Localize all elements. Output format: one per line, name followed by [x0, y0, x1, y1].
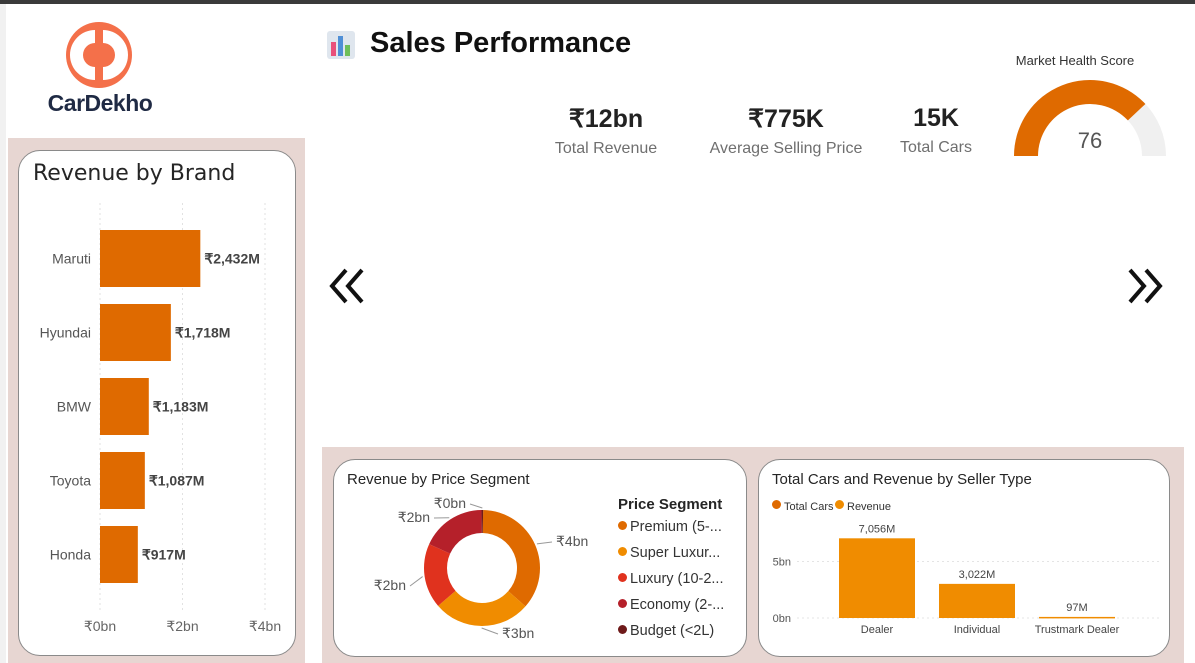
legend-label: Economy (2-...: [630, 597, 725, 613]
legend-dot: [618, 573, 627, 582]
bar[interactable]: [100, 452, 145, 509]
data-label: ₹3bn: [502, 625, 534, 641]
page-title: Sales Performance: [370, 27, 632, 59]
bar[interactable]: [100, 304, 171, 361]
legend-item[interactable]: Luxury (10-2...: [618, 571, 724, 587]
revenue-by-brand-card: Revenue by Brand Maruti ₹2,432M Hyundai ₹1,…: [18, 150, 296, 656]
leader-line: [536, 541, 553, 545]
bar[interactable]: [1039, 616, 1115, 619]
bar[interactable]: [100, 378, 149, 435]
data-label: ₹2bn: [374, 577, 406, 593]
legend-item[interactable]: Budget (<2L): [618, 623, 714, 639]
kpi-value: ₹12bn: [568, 105, 644, 133]
legend-label: Super Luxur...: [630, 545, 721, 561]
double-chevron-right-icon[interactable]: [1124, 266, 1164, 306]
data-label: 97M: [1066, 602, 1087, 614]
category-label: Maruti: [52, 251, 91, 267]
bar[interactable]: [939, 583, 1015, 618]
legend-dot: [618, 599, 627, 608]
revenue-by-segment-donut: ₹4bn₹3bn₹2bn₹2bn₹0bn: [374, 495, 589, 641]
legend-item[interactable]: Premium (5-...: [618, 519, 722, 535]
legend-title: Price Segment: [618, 496, 723, 513]
category-label: Dealer: [861, 624, 894, 636]
bar[interactable]: [100, 526, 138, 583]
y-tick-label: 0bn: [773, 613, 791, 625]
kpi-total-revenue: ₹12bn Total Revenue: [546, 104, 666, 158]
category-label: Honda: [50, 547, 91, 563]
legend-item[interactable]: Super Luxur...: [618, 545, 720, 561]
x-tick-label: ₹0bn: [84, 618, 116, 634]
category-label: Individual: [954, 624, 1000, 636]
data-label: ₹1,183M: [153, 399, 209, 415]
category-label: Toyota: [50, 473, 91, 489]
seller-type-card: Total Cars and Revenue by Seller Type To…: [758, 459, 1170, 657]
kpi-label: Average Selling Price: [709, 140, 863, 157]
category-label: Hyundai: [40, 325, 91, 341]
kpi-total-cars: 15K Total Cars: [890, 104, 982, 157]
leader-line: [409, 576, 423, 587]
data-label: ₹4bn: [556, 533, 588, 549]
legend-item[interactable]: Economy (2-...: [618, 597, 724, 613]
data-label: 7,056M: [859, 523, 896, 535]
kpi-average-selling-price: ₹775K Average Selling Price: [700, 104, 872, 158]
data-label: ₹1,718M: [175, 325, 231, 341]
logo-wordmark: CarDekho: [47, 90, 153, 116]
bar-chart-icon: [327, 31, 355, 59]
cardekho-logo-mark: [66, 22, 132, 88]
donut-slice[interactable]: [438, 590, 526, 626]
legend-label: Budget (<2L): [630, 623, 715, 639]
category-label: Trustmark Dealer: [1035, 624, 1120, 636]
cardekho-logo: CarDekho: [40, 22, 160, 117]
double-chevron-left-icon[interactable]: [328, 266, 368, 306]
data-label: ₹1,087M: [149, 473, 205, 489]
category-label: BMW: [57, 399, 92, 415]
kpi-label: Total Cars: [899, 139, 973, 156]
gauge-title: Market Health Score: [1015, 53, 1135, 68]
data-label: 3,022M: [959, 569, 996, 581]
bar[interactable]: [839, 538, 915, 618]
leader-line: [481, 627, 499, 635]
kpi-value: ₹775K: [748, 105, 824, 133]
x-tick-label: ₹4bn: [249, 618, 281, 634]
donut-slice[interactable]: [429, 510, 482, 554]
y-tick-label: 5bn: [773, 557, 791, 569]
data-label: ₹2,432M: [204, 251, 260, 267]
legend-label: Luxury (10-2...: [630, 571, 724, 587]
data-label: ₹917M: [142, 547, 186, 563]
gauge-value: 76: [1077, 128, 1103, 153]
seller-type-chart: 0bn 5bn 7,056M Dealer 3,022M Individual 97M Tru…: [773, 523, 1159, 636]
revenue-by-brand-chart: Maruti ₹2,432M Hyundai ₹1,718M BMW ₹1,183M Toy…: [40, 203, 281, 634]
donut-slice[interactable]: [482, 510, 540, 607]
x-tick-label: ₹2bn: [166, 618, 198, 634]
legend-label: Premium (5-...: [630, 519, 722, 535]
left-edge: [0, 4, 6, 663]
legend-dot: [618, 625, 627, 634]
data-label: ₹2bn: [398, 509, 430, 525]
leader-line: [469, 503, 483, 509]
window-top-border: [0, 0, 1195, 4]
kpi-label: Total Revenue: [554, 140, 658, 157]
kpi-value: 15K: [913, 104, 959, 132]
revenue-by-segment-card: Revenue by Price Segment ₹4bn ₹3bn ₹2bn ₹2b…: [333, 459, 747, 657]
bar[interactable]: [100, 230, 201, 287]
legend-dot: [618, 547, 627, 556]
legend-dot: [618, 521, 627, 530]
data-label: ₹0bn: [434, 495, 466, 511]
